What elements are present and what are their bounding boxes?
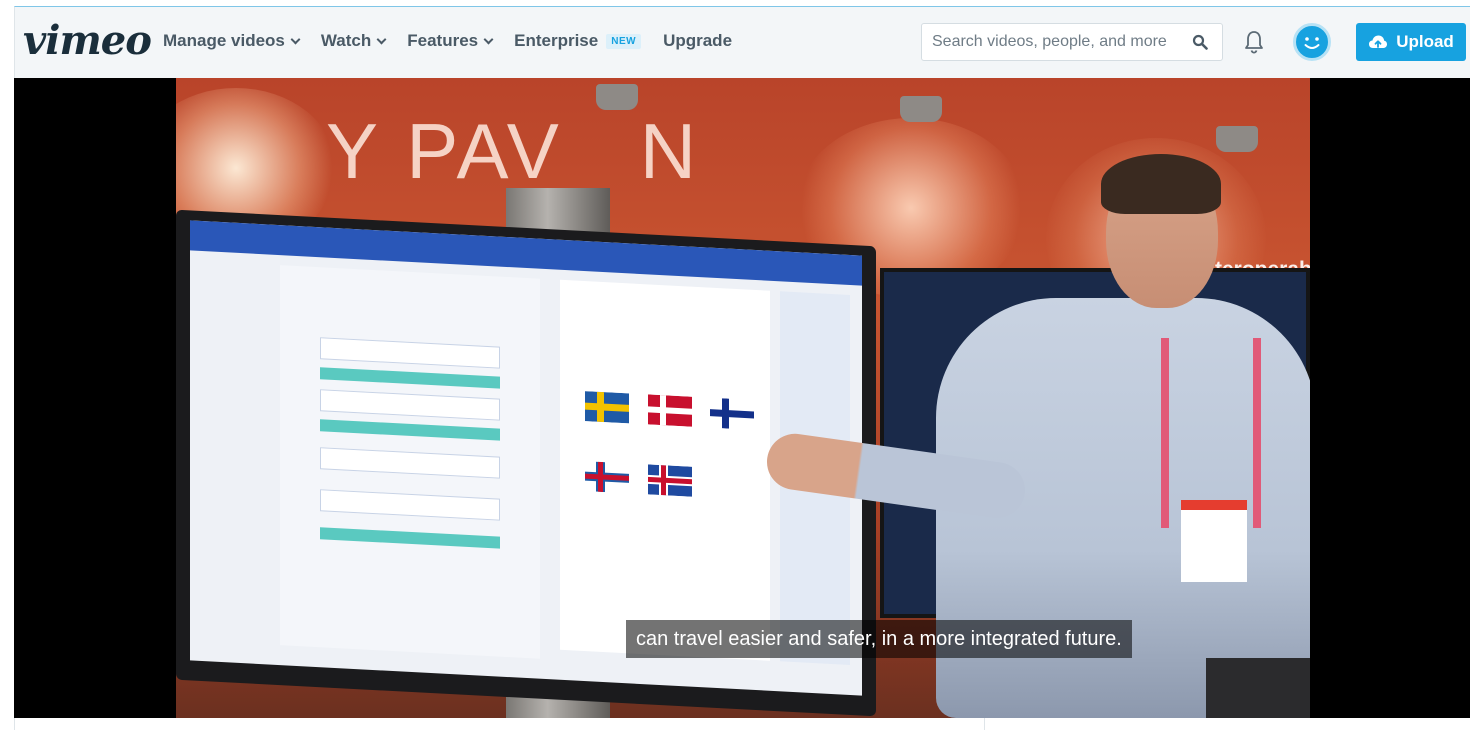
bell-icon[interactable] <box>1243 29 1265 55</box>
chevron-down-icon <box>483 34 494 44</box>
search-icon[interactable] <box>1192 34 1208 50</box>
presenter-name-badge <box>1181 500 1247 582</box>
vimeo-logo[interactable]: vimeo <box>23 21 152 61</box>
video-frame: Y PAV N Nordic Interoperability <box>176 78 1310 718</box>
search-box <box>921 23 1223 61</box>
iceland-flag-icon <box>648 464 692 497</box>
nav-watch-label: Watch <box>320 31 372 50</box>
ceiling-lamp <box>1216 126 1258 152</box>
main-nav: Manage videos Watch Features Enterprise … <box>163 31 754 51</box>
video-subtitle: can travel easier and safer, in a more i… <box>626 620 1132 658</box>
upload-button[interactable]: Upload <box>1356 23 1466 61</box>
nav-upgrade-label: Upgrade <box>663 31 733 50</box>
upload-label: Upload <box>1396 32 1454 51</box>
user-avatar[interactable] <box>1293 23 1331 61</box>
nav-upgrade[interactable]: Upgrade <box>663 31 732 51</box>
sweden-flag-icon <box>585 391 629 424</box>
finland-flag-icon <box>710 397 754 430</box>
nav-watch[interactable]: Watch <box>320 31 387 51</box>
nav-enterprise[interactable]: Enterprise NEW <box>514 31 642 51</box>
top-navigation-bar: vimeo Manage videos Watch Features Enter… <box>14 6 1470 78</box>
chevron-down-icon <box>376 34 387 44</box>
nav-manage-videos[interactable]: Manage videos <box>163 31 301 51</box>
ceiling-lamp <box>900 96 942 122</box>
laptop <box>1206 658 1310 718</box>
page-content-start <box>14 718 1470 730</box>
presenter-hair <box>1101 154 1221 214</box>
denmark-flag-icon <box>648 394 692 427</box>
nav-features-label: Features <box>407 31 479 50</box>
background-sign: Y PAV N <box>326 107 701 195</box>
smiley-avatar-icon <box>1304 37 1320 49</box>
search-input[interactable] <box>932 24 1182 60</box>
nav-enterprise-label: Enterprise <box>514 31 599 50</box>
nav-manage-videos-label: Manage videos <box>163 31 285 50</box>
nav-features[interactable]: Features <box>407 31 494 51</box>
new-badge: NEW <box>606 33 642 49</box>
faroe-islands-flag-icon <box>585 461 629 494</box>
column-divider <box>984 718 985 730</box>
video-player[interactable]: Y PAV N Nordic Interoperability <box>14 78 1470 718</box>
cloud-upload-icon <box>1369 35 1388 48</box>
chevron-down-icon <box>290 34 301 44</box>
